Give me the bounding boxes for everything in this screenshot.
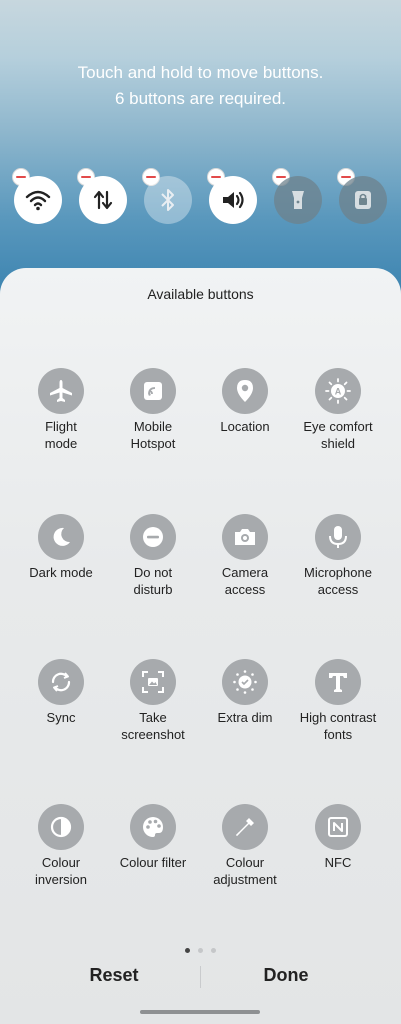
hint-line-2: 6 buttons are required.	[114, 89, 287, 108]
available-item-flight-mode[interactable]: Flight mode	[11, 368, 111, 452]
item-label: Colour adjustment	[213, 855, 277, 887]
available-item-camera-access[interactable]: Camera access	[195, 514, 295, 598]
hint-text: Touch and hold to move buttons. 6 button…	[0, 60, 401, 112]
screenshot-icon	[130, 659, 176, 705]
available-item-colour-adjustment[interactable]: Colour adjustment	[195, 804, 295, 888]
item-label: Camera access	[221, 565, 269, 597]
available-item-eye-comfort-shield[interactable]: A Eye comfort shield	[288, 368, 388, 452]
hotspot-icon	[130, 368, 176, 414]
available-item-mobile-hotspot[interactable]: Mobile Hotspot	[103, 368, 203, 452]
item-label: Location	[220, 419, 270, 434]
available-item-nfc[interactable]: NFC	[288, 804, 388, 871]
available-item-extra-dim[interactable]: Extra dim	[195, 659, 295, 726]
page-dot-3	[211, 948, 217, 953]
item-label: Extra dim	[217, 710, 273, 725]
available-item-location[interactable]: Location	[195, 368, 295, 435]
nfc-icon	[315, 804, 361, 850]
available-item-do-not-disturb[interactable]: Do not disturb	[103, 514, 203, 598]
secure-folder-icon	[353, 189, 373, 211]
item-label: Colour filter	[119, 855, 187, 870]
item-label: Eye comfort shield	[303, 419, 373, 451]
torch-icon	[289, 188, 307, 212]
do-not-disturb-icon	[130, 514, 176, 560]
moon-icon	[38, 514, 84, 560]
available-item-sync[interactable]: Sync	[11, 659, 111, 726]
active-button-bluetooth[interactable]	[144, 176, 192, 224]
item-label: Do not disturb	[133, 565, 173, 597]
bluetooth-icon	[158, 187, 178, 213]
available-item-colour-inversion[interactable]: Colour inversion	[11, 804, 111, 888]
active-button-secure-folder[interactable]	[339, 176, 387, 224]
camera-icon	[222, 514, 268, 560]
active-button-mobile-data[interactable]	[79, 176, 127, 224]
active-button-torch[interactable]	[274, 176, 322, 224]
active-button-wifi[interactable]	[14, 176, 62, 224]
sound-icon	[220, 188, 246, 212]
home-indicator[interactable]	[140, 1010, 260, 1014]
active-buttons-area: Touch and hold to move buttons. 6 button…	[0, 0, 401, 290]
reset-button[interactable]: Reset	[14, 965, 214, 986]
high-contrast-font-icon	[315, 659, 361, 705]
done-button[interactable]: Done	[186, 965, 386, 986]
eye-comfort-icon: A	[315, 368, 361, 414]
item-label: High contrast fonts	[299, 710, 377, 742]
item-label: NFC	[324, 855, 352, 870]
page-dot-1	[184, 948, 190, 953]
palette-icon	[130, 804, 176, 850]
microphone-icon	[315, 514, 361, 560]
item-label: Mobile Hotspot	[130, 419, 176, 451]
location-pin-icon	[222, 368, 268, 414]
item-label: Microphone access	[304, 565, 372, 597]
available-item-dark-mode[interactable]: Dark mode	[11, 514, 111, 581]
active-button-sound[interactable]	[209, 176, 257, 224]
eyedropper-icon	[222, 804, 268, 850]
item-label: Colour inversion	[34, 855, 88, 887]
page-indicator	[0, 940, 401, 958]
active-buttons-row	[0, 168, 401, 230]
hint-line-1: Touch and hold to move buttons.	[77, 63, 324, 82]
extra-dim-icon	[222, 659, 268, 705]
wifi-icon	[25, 189, 51, 211]
available-buttons-sheet: Available buttons Flight mode Mobile Hot…	[0, 268, 401, 1024]
item-label: Take screenshot	[121, 710, 185, 742]
item-label: Flight mode	[44, 419, 78, 451]
available-item-colour-filter[interactable]: Colour filter	[103, 804, 203, 871]
page-dot-2	[198, 948, 203, 953]
sheet-title: Available buttons	[147, 286, 254, 302]
svg-text:A: A	[335, 387, 342, 397]
sync-icon	[38, 659, 84, 705]
item-label: Dark mode	[29, 565, 93, 580]
item-label: Sync	[46, 710, 76, 725]
mobile-data-icon	[91, 188, 115, 212]
colour-inversion-icon	[38, 804, 84, 850]
available-item-microphone-access[interactable]: Microphone access	[288, 514, 388, 598]
available-item-high-contrast-fonts[interactable]: High contrast fonts	[288, 659, 388, 743]
available-item-take-screenshot[interactable]: Take screenshot	[103, 659, 203, 743]
airplane-icon	[38, 368, 84, 414]
